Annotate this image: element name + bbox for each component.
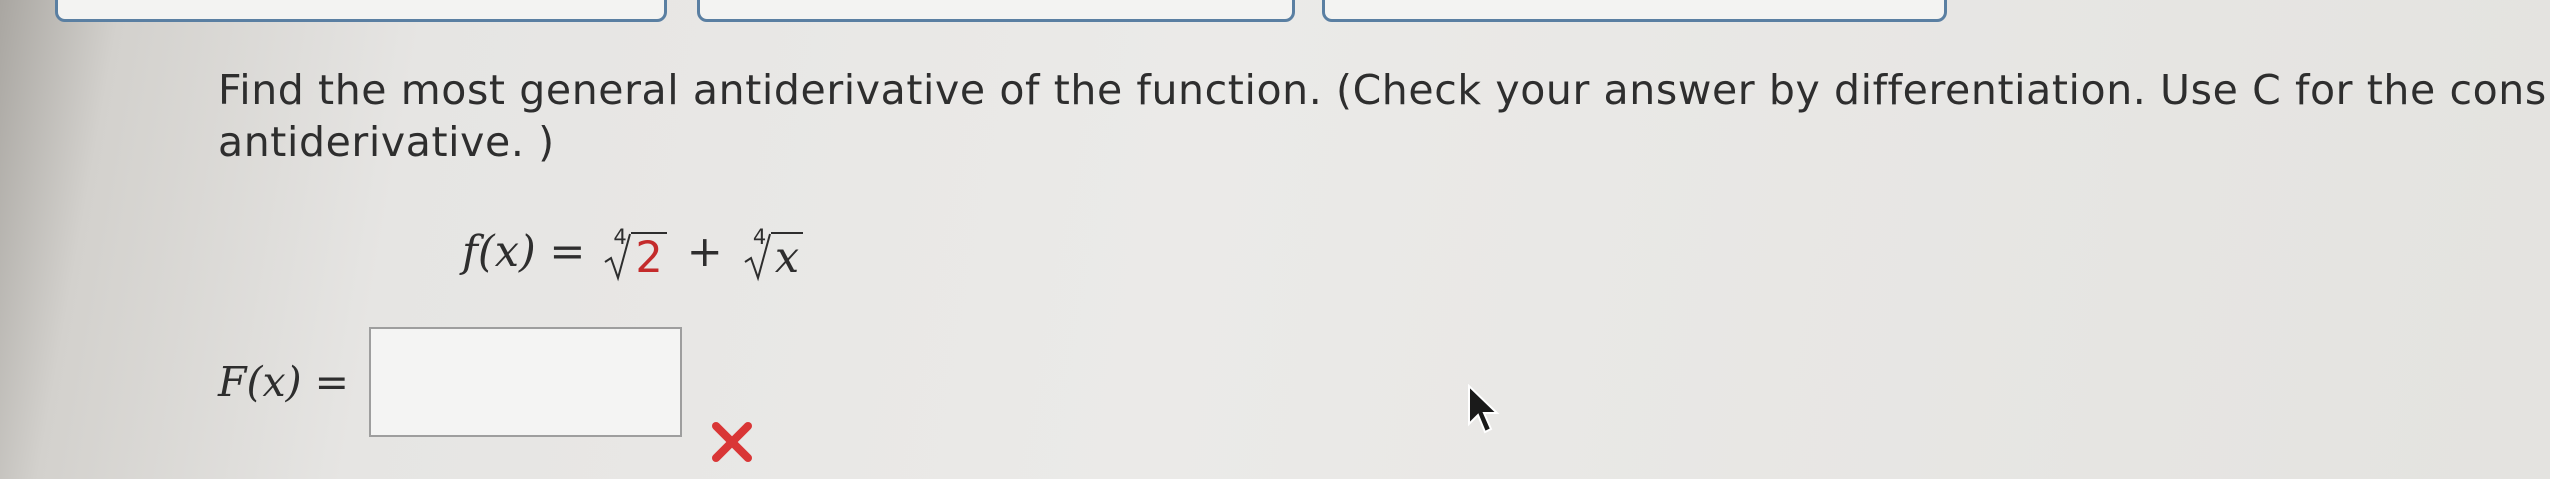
question-line-2: antiderivative. ) xyxy=(218,118,555,166)
given-function: f(x) = 4 2 + 4 x xyxy=(462,222,809,282)
answer-input[interactable] xyxy=(368,327,682,437)
fourth-root-of-two: 4 2 xyxy=(603,226,667,282)
top-tab-1[interactable] xyxy=(55,0,667,22)
x-mark-icon xyxy=(712,422,752,462)
question-line-1: Find the most general antiderivative of … xyxy=(218,66,2547,114)
mouse-pointer-icon xyxy=(1468,384,1500,434)
function-lhs: f(x) = xyxy=(462,227,586,277)
root-index: 4 xyxy=(613,225,627,249)
question-text: Find the most general antiderivative of … xyxy=(218,64,2550,168)
radicand: 2 xyxy=(631,232,667,282)
root-index: 4 xyxy=(752,225,767,249)
fourth-root-of-x: 4 x xyxy=(743,226,804,282)
top-tab-3[interactable] xyxy=(1322,0,1947,22)
top-tab-2[interactable] xyxy=(697,0,1295,22)
answer-label: F(x) = xyxy=(218,358,349,406)
plus-operator: + xyxy=(686,227,723,277)
radicand: x xyxy=(770,232,804,282)
answer-row: F(x) = xyxy=(218,327,682,437)
